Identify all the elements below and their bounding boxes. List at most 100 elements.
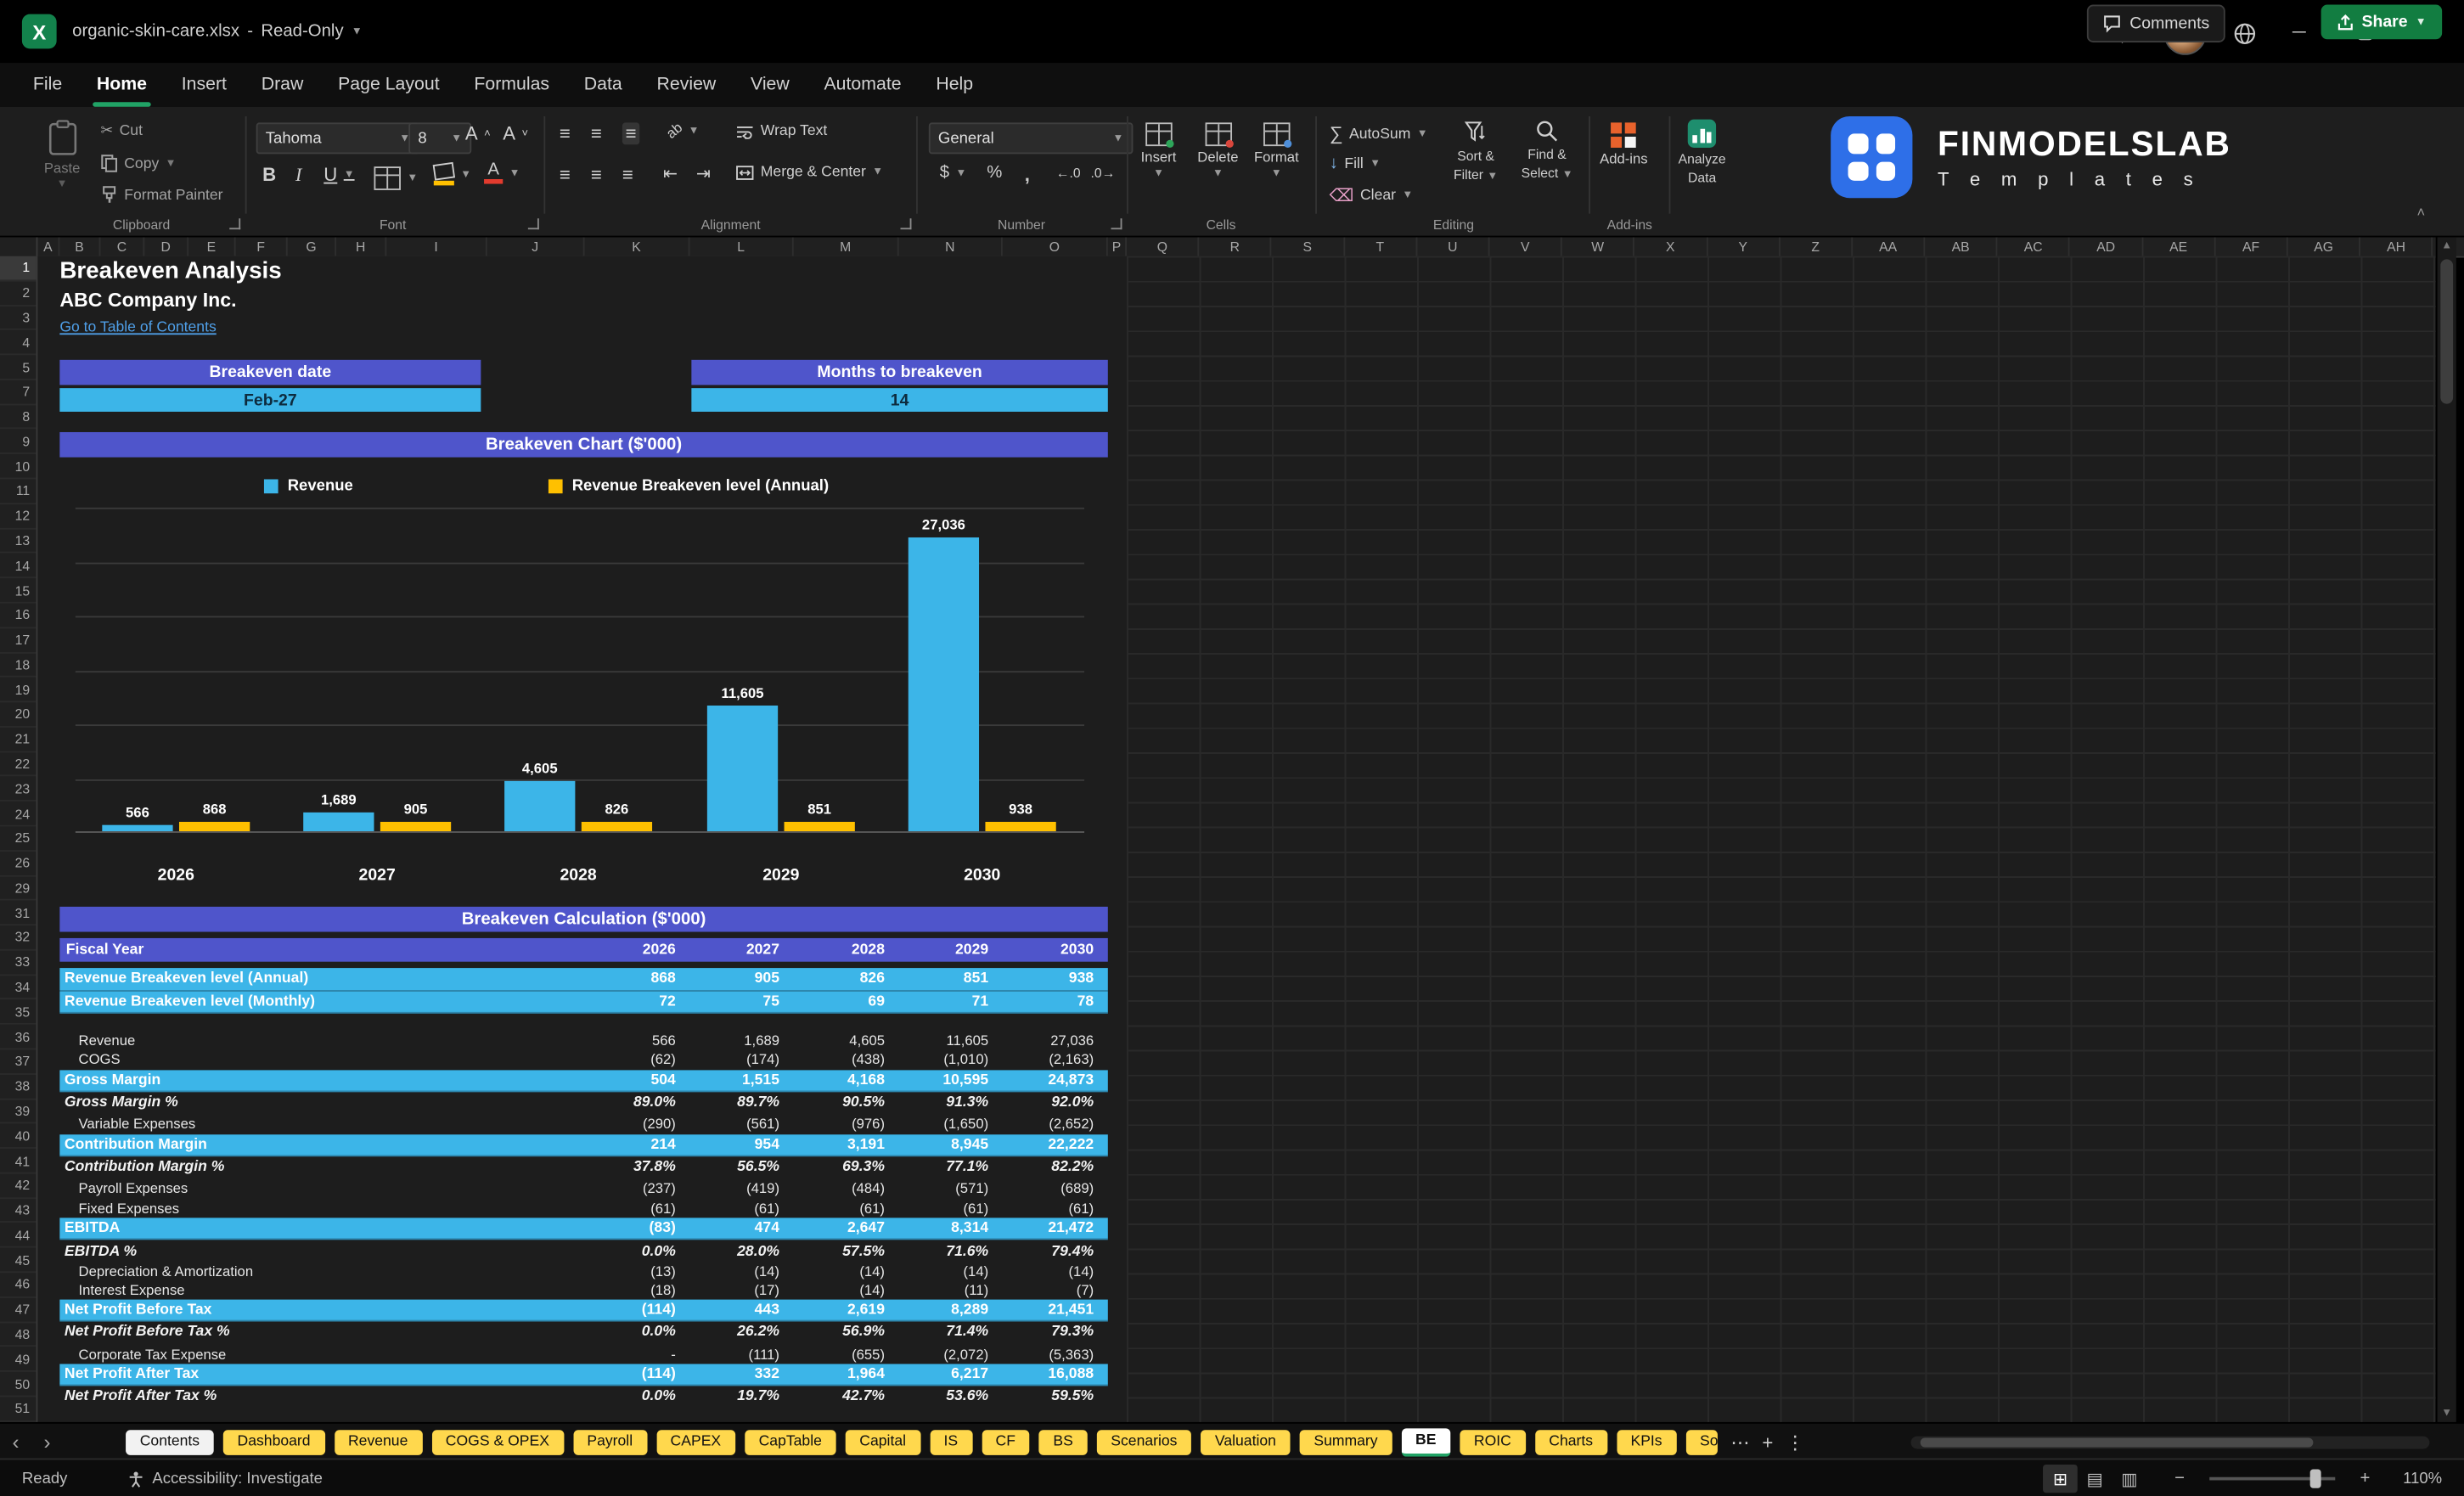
row-header-18[interactable]: 18 [0,653,37,678]
table-cell[interactable]: 92.0% [1003,1091,1108,1113]
sheet-tab-captable[interactable]: CapTable [744,1429,836,1454]
table-row-label[interactable]: Contribution Margin % [59,1156,584,1178]
sheet-tab-payroll[interactable]: Payroll [572,1429,647,1454]
column-header-n[interactable]: N [899,237,1003,256]
table-cell[interactable]: 79.3% [1003,1321,1108,1344]
table-cell[interactable]: 2026 [584,938,689,962]
column-header-y[interactable]: Y [1707,237,1780,256]
row-header-12[interactable]: 12 [0,504,37,529]
table-cell[interactable]: 2028 [794,938,899,962]
row-header-37[interactable]: 37 [0,1049,37,1075]
table-cell[interactable]: 71.6% [899,1240,1003,1262]
percent-format-button[interactable]: % [987,163,1002,182]
currency-format-button[interactable]: $ ▼ [940,163,967,182]
align-bottom-icon[interactable]: ≡ [622,122,640,145]
scroll-tabs-right-icon[interactable]: › [31,1430,63,1454]
globe-icon[interactable] [2224,13,2264,53]
table-cell[interactable]: (655) [794,1343,899,1364]
borders-button[interactable]: ▼ [374,166,418,190]
column-header-h[interactable]: H [336,237,387,256]
table-cell[interactable]: 78 [1003,991,1108,1012]
table-cell[interactable]: 69 [794,991,899,1012]
table-cell[interactable]: 89.7% [690,1091,794,1113]
table-cell[interactable]: (61) [794,1197,899,1218]
table-cell[interactable]: (5,363) [1003,1343,1108,1364]
vertical-scroll-thumb[interactable] [2440,259,2454,404]
table-cell[interactable]: 8,289 [899,1299,1003,1319]
table-cell[interactable]: 826 [794,968,899,989]
column-header-j[interactable]: J [487,237,585,256]
font-dialog-launcher-icon[interactable] [527,218,539,230]
table-cell[interactable]: (2,163) [1003,1049,1108,1069]
row-header-48[interactable]: 48 [0,1323,37,1347]
horizontal-scroll-thumb[interactable] [1920,1437,2314,1448]
more-sheets-icon[interactable]: ⋯ [1730,1431,1749,1453]
table-cell[interactable]: (83) [584,1218,689,1238]
normal-view-icon[interactable]: ⊞ [2043,1464,2078,1493]
number-dialog-launcher-icon[interactable] [1111,218,1122,230]
table-row-label[interactable]: EBITDA % [59,1240,584,1262]
row-header-1[interactable]: 1 [0,256,37,281]
table-cell[interactable]: 59.5% [1003,1386,1108,1406]
table-cell[interactable]: 4,605 [794,1031,899,1049]
sheet-tab-roic[interactable]: ROIC [1460,1429,1526,1454]
table-row-label[interactable]: Fiscal Year [59,938,584,962]
row-header-43[interactable]: 43 [0,1199,37,1223]
font-color-button[interactable]: A ▼ [484,161,520,184]
row-header-29[interactable]: 29 [0,876,37,902]
column-header-f[interactable]: F [236,237,288,256]
table-cell[interactable]: (290) [584,1113,689,1133]
comma-format-button[interactable]: , [1025,163,1030,185]
column-header-b[interactable]: B [59,237,101,256]
column-header-t[interactable]: T [1344,237,1417,256]
table-cell[interactable]: (561) [690,1113,794,1133]
row-header-2[interactable]: 2 [0,281,37,307]
table-cell[interactable]: 0.0% [584,1321,689,1344]
table-cell[interactable]: (111) [690,1343,794,1364]
table-cell[interactable]: (1,650) [899,1113,1003,1133]
scroll-down-icon[interactable]: ▼ [2438,1408,2456,1419]
table-cell[interactable]: (438) [794,1049,899,1069]
fill-button[interactable]: ↓ Fill ▼ [1330,154,1381,172]
table-cell[interactable]: 954 [690,1133,794,1154]
table-cell[interactable]: 474 [690,1218,794,1238]
ribbon-tab-home[interactable]: Home [80,63,165,107]
table-cell[interactable]: (571) [899,1178,1003,1197]
zoom-level[interactable]: 110% [2392,1470,2442,1487]
scroll-tabs-left-icon[interactable]: ‹ [0,1430,31,1454]
row-header-9[interactable]: 9 [0,430,37,455]
underline-button[interactable]: U ▼ [323,163,354,185]
table-cell[interactable]: 332 [690,1364,794,1384]
sheet-tab-is[interactable]: IS [929,1429,972,1454]
sheet-tab-capex[interactable]: CAPEX [655,1429,735,1454]
ribbon-tab-review[interactable]: Review [639,63,734,107]
column-header-i[interactable]: I [386,237,487,256]
table-cell[interactable]: (14) [794,1262,899,1279]
table-cell[interactable]: (237) [584,1178,689,1197]
table-cell[interactable]: 443 [690,1299,794,1319]
table-cell[interactable]: (174) [690,1049,794,1069]
column-header-z[interactable]: Z [1780,237,1853,256]
table-cell[interactable]: 26.2% [690,1321,794,1344]
table-cell[interactable]: 8,945 [899,1133,1003,1154]
sheet-tab-cogs-opex[interactable]: COGS & OPEX [431,1429,564,1454]
increase-indent-icon[interactable]: ⇥ [696,163,711,183]
row-header-31[interactable]: 31 [0,901,37,926]
table-cell[interactable]: 90.5% [794,1091,899,1113]
row-header-21[interactable]: 21 [0,728,37,752]
table-cell[interactable]: 72 [584,991,689,1012]
table-cell[interactable]: 21,451 [1003,1299,1108,1319]
horizontal-scrollbar[interactable] [1910,1436,2430,1449]
table-cell[interactable]: 27,036 [1003,1031,1108,1049]
merge-center-button[interactable]: Merge & Center ▼ [735,163,883,181]
wrap-text-button[interactable]: Wrap Text [735,122,827,140]
column-header-af[interactable]: AF [2215,237,2288,256]
table-cell[interactable]: 79.4% [1003,1240,1108,1262]
table-cell[interactable]: 16,088 [1003,1364,1108,1384]
table-cell[interactable]: 11,605 [899,1031,1003,1049]
row-header-47[interactable]: 47 [0,1297,37,1323]
column-header-ab[interactable]: AB [1925,237,1998,256]
sheet-tab-be[interactable]: BE [1401,1427,1451,1456]
ribbon-tab-data[interactable]: Data [566,63,639,107]
column-header-d[interactable]: D [144,237,189,256]
